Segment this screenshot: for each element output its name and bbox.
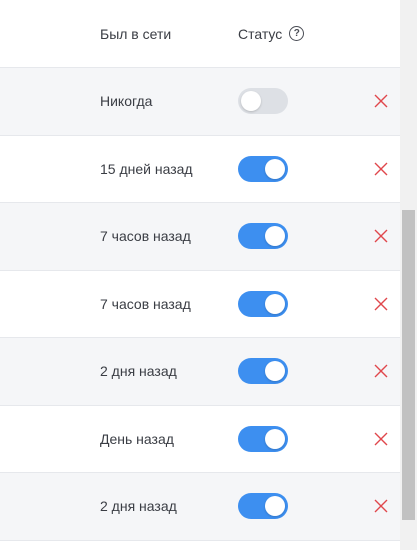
question-circle-icon[interactable]: ? <box>289 26 305 41</box>
table-row: День назад <box>0 406 400 473</box>
table-header: Был в сети Статус ? <box>0 0 400 68</box>
close-icon[interactable] <box>373 296 389 312</box>
toggle-knob <box>265 496 285 517</box>
toggle-knob <box>265 226 285 247</box>
close-icon[interactable] <box>373 93 389 109</box>
status-toggle[interactable] <box>238 358 288 385</box>
toggle-knob <box>265 361 285 382</box>
scrollbar-thumb[interactable] <box>402 210 415 520</box>
table-row: 2 дня назад <box>0 338 400 406</box>
toggle-knob <box>265 428 285 449</box>
status-toggle[interactable] <box>238 425 288 452</box>
toggle-knob <box>241 91 261 112</box>
last-online-cell: День назад <box>100 430 174 447</box>
table-row: 2 дня назад <box>0 473 400 541</box>
status-toggle[interactable] <box>238 155 288 182</box>
status-toggle[interactable] <box>238 493 288 520</box>
toggle-knob <box>265 293 285 314</box>
close-icon[interactable] <box>373 363 389 379</box>
table-row: 15 дней назад <box>0 136 400 203</box>
column-header-last-online: Был в сети <box>100 25 172 42</box>
last-online-cell: 2 дня назад <box>100 363 177 380</box>
close-icon[interactable] <box>373 161 389 177</box>
toggle-knob <box>265 158 285 179</box>
table-row: 7 часов назад <box>0 203 400 271</box>
column-header-status: Статус ? <box>238 25 305 42</box>
column-header-status-label: Статус <box>238 25 283 42</box>
status-toggle[interactable] <box>238 223 288 250</box>
users-table-body: Никогда 15 дней назад 7 часов назад 7 ча… <box>0 68 400 541</box>
table-row: 7 часов назад <box>0 271 400 338</box>
table-row: Никогда <box>0 68 400 136</box>
close-icon[interactable] <box>373 228 389 244</box>
last-online-cell: 7 часов назад <box>100 228 191 245</box>
status-toggle[interactable] <box>238 290 288 317</box>
last-online-cell: 7 часов назад <box>100 295 191 312</box>
last-online-cell: 15 дней назад <box>100 160 193 177</box>
close-icon[interactable] <box>373 498 389 514</box>
last-online-cell: 2 дня назад <box>100 498 177 515</box>
status-toggle[interactable] <box>238 88 288 115</box>
last-online-cell: Никогда <box>100 93 153 110</box>
close-icon[interactable] <box>373 431 389 447</box>
